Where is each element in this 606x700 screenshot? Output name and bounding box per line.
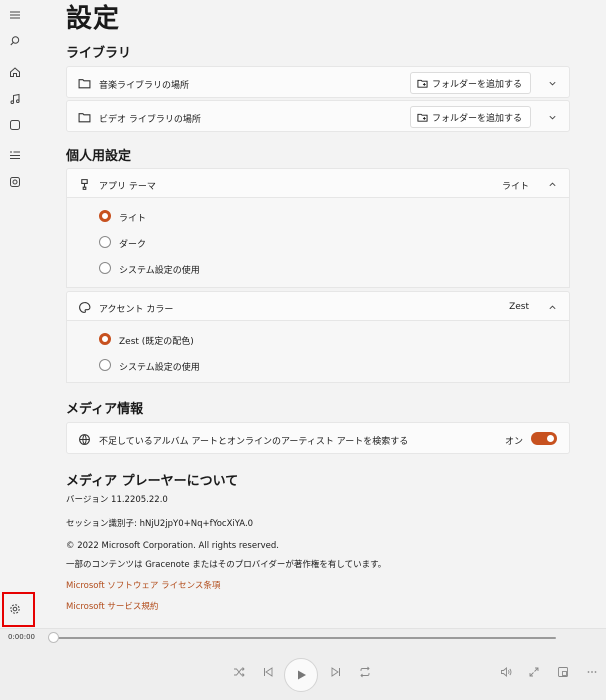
copyright-text: © 2022 Microsoft Corporation. All rights… [66,541,279,551]
theme-dark-radio[interactable] [99,236,111,248]
theme-system-radio[interactable] [99,262,111,274]
home-icon[interactable] [0,61,30,83]
chevron-down-icon[interactable] [547,112,557,122]
album-art-search-label: 不足しているアルバム アートとオンラインのアーティスト アートを検索する [99,437,409,447]
previous-icon[interactable] [259,663,277,681]
next-icon[interactable] [327,663,345,681]
add-video-folder-button[interactable]: フォルダーを追加する [409,106,531,128]
seek-thumb[interactable] [48,632,59,643]
about-section-title: メディア プレーヤーについて [66,474,239,489]
folder-icon [77,110,91,124]
globe-icon [77,432,91,446]
navigation-sidebar [0,0,30,628]
version-text: バージョン 11.2205.22.0 [66,495,168,505]
more-options-icon[interactable] [583,663,601,681]
palette-icon [77,300,91,314]
accent-color-row[interactable]: アクセント カラー Zest [66,291,570,321]
personalization-section-title: 個人用設定 [66,149,132,164]
search-icon[interactable] [0,30,30,52]
mini-player-icon[interactable] [554,663,572,681]
settings-highlight-box [2,592,35,627]
theme-dark-label: ダーク [119,240,147,250]
theme-light-radio[interactable] [99,210,111,222]
seek-bar[interactable] [54,637,556,639]
repeat-icon[interactable] [356,663,374,681]
add-folder-icon [417,79,428,88]
accent-system-label: システム設定の使用 [119,363,200,373]
theme-system-label: システム設定の使用 [119,266,200,276]
music-library-label: 音楽ライブラリの場所 [99,81,190,91]
chevron-up-icon[interactable] [547,179,557,189]
album-art-search-row: 不足しているアルバム アートとオンラインのアーティスト アートを検索する オン [66,422,570,454]
video-library-label: ビデオ ライブラリの場所 [99,115,201,125]
folder-icon [77,76,91,90]
service-agreement-link[interactable]: Microsoft サービス規約 [66,600,158,612]
library-section-title: ライブラリ [66,46,132,61]
video-library-location-row[interactable]: ビデオ ライブラリの場所 フォルダーを追加する [66,100,570,132]
accent-color-options: Zest (既定の配色) システム設定の使用 [66,321,570,383]
full-screen-icon[interactable] [525,663,543,681]
menu-icon[interactable] [0,4,30,26]
settings-page: 設定 ライブラリ 音楽ライブラリの場所 フォルダーを追加する ビデオ ライブラリ… [36,0,606,628]
add-folder-label: フォルダーを追加する [431,113,522,124]
paintbrush-icon [77,177,91,191]
accent-zest-label: Zest (既定の配色) [119,337,194,347]
elapsed-time: 0:00:00 [8,633,35,641]
accent-color-value: Zest [509,302,529,312]
shuffle-icon[interactable] [230,663,248,681]
app-theme-value: ライト [501,182,529,192]
album-art-toggle[interactable] [531,432,557,445]
accent-color-label: アクセント カラー [99,305,174,315]
gracenote-text: 一部のコンテンツは Gracenote またはそのプロバイダーが著作権を有してい… [66,560,387,570]
play-button[interactable] [284,658,318,692]
add-folder-label: フォルダーを追加する [431,79,522,90]
app-theme-label: アプリ テーマ [99,182,156,192]
music-library-icon[interactable] [0,88,30,110]
accent-system-radio[interactable] [99,359,111,371]
theme-light-label: ライト [119,214,147,224]
session-id-text: セッション識別子: hNjU2jpY0+Nq+fYocXiYA.0 [66,519,254,529]
accent-zest-radio[interactable] [99,333,111,345]
play-icon [298,670,306,680]
player-bar: 0:00:00 [0,628,606,700]
volume-icon[interactable] [497,663,515,681]
toggle-state-label: オン [504,437,523,447]
license-terms-link[interactable]: Microsoft ソフトウェア ライセンス条項 [66,579,220,591]
video-library-icon[interactable] [0,114,30,136]
chevron-up-icon[interactable] [547,302,557,312]
playlists-icon[interactable] [0,171,30,193]
play-queue-icon[interactable] [0,144,30,166]
music-library-location-row[interactable]: 音楽ライブラリの場所 フォルダーを追加する [66,66,570,98]
chevron-down-icon[interactable] [547,78,557,88]
add-music-folder-button[interactable]: フォルダーを追加する [409,72,531,94]
add-folder-icon [417,113,428,122]
app-theme-options: ライト ダーク システム設定の使用 [66,198,570,288]
page-title: 設定 [66,4,121,34]
app-theme-row[interactable]: アプリ テーマ ライト [66,168,570,198]
media-info-section-title: メディア情報 [66,402,144,417]
